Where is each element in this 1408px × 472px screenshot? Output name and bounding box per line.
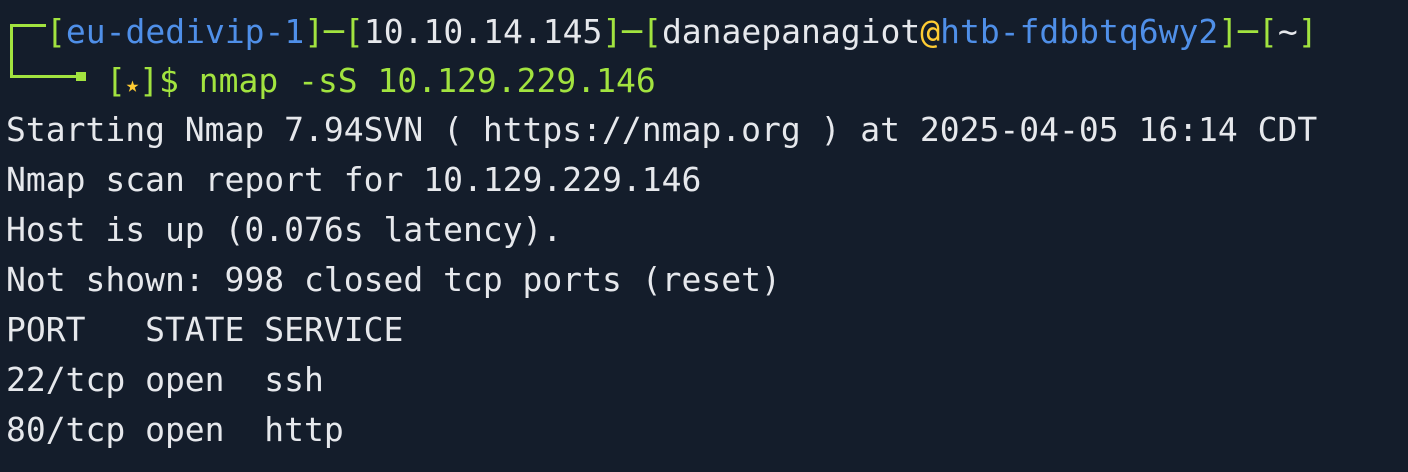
prompt-line-2[interactable]: [★]$ nmap -sS 10.129.229.146 <box>106 56 656 106</box>
prompt-corner-vertical <box>10 24 13 78</box>
output-line: Host is up (0.076s latency). <box>6 210 563 249</box>
prompt-ip: 10.10.14.145 <box>363 12 603 51</box>
command-text[interactable]: nmap -sS 10.129.229.146 <box>199 61 656 100</box>
output-line: 22/tcp open ssh <box>6 360 324 399</box>
prompt-user: danaepanagiot <box>661 12 921 51</box>
prompt-line-1: [eu-dedivip-1]─[10.10.14.145]─[danaepana… <box>46 7 1318 57</box>
bracket: ]─[ <box>1218 12 1278 51</box>
bracket: ]─[ <box>602 12 662 51</box>
bracket: [ <box>46 12 66 51</box>
prompt-corner-top <box>10 24 46 27</box>
prompt-dollar: ]$ <box>139 61 199 100</box>
bracket: ]─[ <box>304 12 364 51</box>
star-icon: ★ <box>125 73 140 98</box>
prompt-corner-bottom <box>10 75 80 78</box>
output-line: PORT STATE SERVICE <box>6 310 404 349</box>
prompt-host: htb-fdbbtq6wy2 <box>940 12 1219 51</box>
prompt-at: @ <box>920 12 941 51</box>
prompt-corner-arrow <box>76 72 86 81</box>
prompt-vpn: eu-dedivip-1 <box>65 12 305 51</box>
output-line: Not shown: 998 closed tcp ports (reset) <box>6 260 781 299</box>
terminal-window[interactable]: [eu-dedivip-1]─[10.10.14.145]─[danaepana… <box>0 0 1408 472</box>
bracket: [ <box>106 61 126 100</box>
bracket: ] <box>1297 12 1318 51</box>
output-line: Nmap scan report for 10.129.229.146 <box>6 160 702 199</box>
output-line: Starting Nmap 7.94SVN ( https://nmap.org… <box>6 110 1318 149</box>
output-line: 80/tcp open http <box>6 410 344 449</box>
prompt-cwd: ~ <box>1277 12 1298 51</box>
